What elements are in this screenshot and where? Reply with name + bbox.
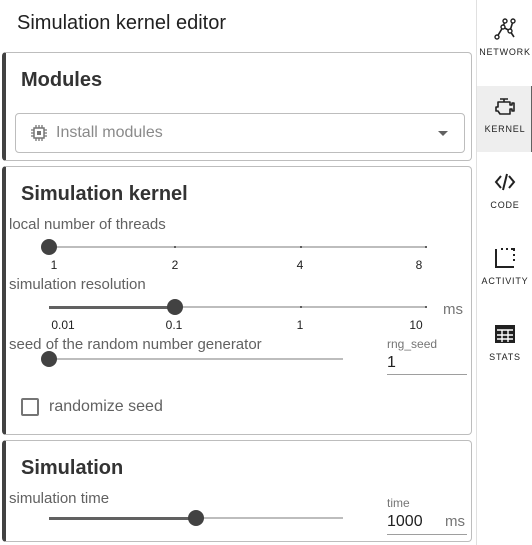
chip-icon [31, 125, 47, 141]
simulation-title: Simulation [21, 457, 124, 479]
network-icon [494, 18, 516, 40]
kernel-title: Simulation kernel [21, 183, 188, 205]
randomize-seed-checkbox[interactable] [21, 398, 39, 416]
resolution-slider-fill [49, 306, 175, 309]
rail-label-code: CODE [490, 200, 520, 210]
resolution-slider-thumb[interactable] [167, 299, 183, 315]
activity-icon [495, 248, 515, 268]
resolution-tick-label: 10 [409, 318, 423, 332]
randomize-seed-label[interactable]: randomize seed [49, 398, 163, 416]
install-modules-select[interactable]: Install modules [15, 113, 465, 153]
rail-label-activity: ACTIVITY [481, 276, 529, 286]
threads-slider-thumb[interactable] [41, 239, 57, 255]
rail-item-kernel[interactable]: KERNEL [477, 86, 532, 152]
simulation-card: Simulation simulation time time 1000 ms [2, 440, 472, 542]
navigation-rail: NETWORK KERNEL CODE ACTIVITY STATS [476, 0, 532, 545]
threads-tick-label: 4 [296, 258, 304, 272]
kernel-card: Simulation kernel local number of thread… [2, 166, 472, 435]
rail-item-network[interactable]: NETWORK [477, 9, 532, 75]
resolution-tick-label: 0.1 [165, 318, 183, 332]
threads-label: local number of threads [9, 216, 166, 233]
simulation-time-slider-thumb[interactable] [188, 510, 204, 526]
modules-card: Modules Install modules [2, 52, 472, 161]
code-icon [494, 173, 516, 191]
resolution-unit: ms [443, 301, 463, 318]
page-title: Simulation kernel editor [17, 12, 226, 34]
simulation-time-label: simulation time [9, 490, 110, 507]
threads-tick-label: 1 [50, 258, 58, 272]
time-input[interactable]: 1000 [387, 513, 423, 531]
resolution-tick [425, 306, 427, 308]
resolution-tick-label: 1 [296, 318, 304, 332]
threads-tick-label: 8 [415, 258, 423, 272]
rail-item-activity[interactable]: ACTIVITY [477, 238, 532, 304]
threads-tick-label: 2 [171, 258, 179, 272]
main-panel: Simulation kernel editor Modules Install… [0, 0, 476, 545]
rail-item-code[interactable]: CODE [477, 162, 532, 228]
threads-tick [425, 246, 427, 248]
resolution-label: simulation resolution [9, 276, 146, 293]
rail-label-network: NETWORK [479, 47, 531, 57]
time-underline [387, 534, 467, 535]
seed-slider-track[interactable] [49, 358, 343, 360]
threads-slider-track[interactable] [49, 246, 427, 248]
rail-label-kernel: KERNEL [484, 124, 526, 134]
resolution-tick [300, 306, 302, 308]
modules-title: Modules [21, 69, 103, 91]
seed-slider-thumb[interactable] [41, 351, 57, 367]
engine-icon [495, 98, 515, 115]
rng-seed-input[interactable]: 1 [387, 354, 396, 372]
threads-tick [300, 246, 302, 248]
install-modules-placeholder: Install modules [56, 124, 163, 141]
table-icon [495, 325, 515, 343]
time-unit: ms [445, 513, 465, 530]
rng-seed-underline [387, 374, 467, 375]
chevron-down-icon [438, 131, 448, 136]
rng-seed-field-label: rng_seed [387, 337, 438, 351]
rail-item-stats[interactable]: STATS [477, 314, 532, 380]
time-field-label: time [387, 496, 410, 510]
resolution-tick-label: 0.01 [51, 318, 75, 332]
threads-tick [174, 246, 176, 248]
rail-label-stats: STATS [489, 352, 521, 362]
simulation-time-slider-fill [49, 517, 196, 520]
